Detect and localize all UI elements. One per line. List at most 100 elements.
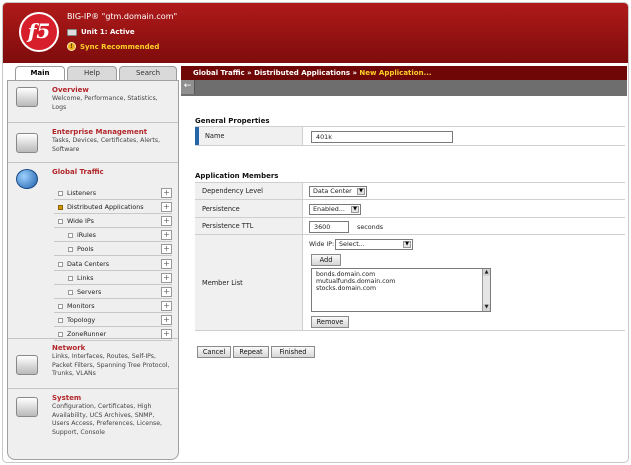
member-listbox[interactable]: bonds.domain.com mutualfunds.domain.com … — [311, 268, 491, 312]
bullet-icon — [58, 191, 63, 196]
breadcrumb-separator: » — [247, 69, 252, 77]
finished-button[interactable]: Finished — [271, 346, 315, 358]
name-input[interactable]: 401k — [311, 131, 453, 143]
add-plus-icon[interactable]: + — [161, 258, 172, 269]
section-description: Welcome, Performance, Statistics, Logs — [52, 95, 158, 111]
persistence-ttl-row: Persistence TTL 3600 seconds — [195, 218, 625, 235]
tab-main[interactable]: Main — [15, 66, 65, 80]
sidebar-item-label: Data Centers — [67, 259, 110, 268]
globe-icon — [16, 169, 38, 189]
header-banner: f5 BIG-IP® "gtm.domain.com" Unit 1: Acti… — [3, 3, 628, 63]
sync-status-text[interactable]: Sync Recommended — [80, 43, 159, 51]
f5-logo: f5 — [19, 12, 59, 52]
sidebar-item-listeners[interactable]: Listeners + — [54, 187, 172, 200]
sidebar-tabs: Main Help Search — [15, 66, 179, 80]
sidebar-item-label: Distributed Applications — [67, 203, 144, 212]
dependency-level-label: Dependency Level — [195, 183, 303, 199]
sidebar-item-topology[interactable]: Topology + — [54, 314, 172, 327]
section-title[interactable]: Enterprise Management — [52, 128, 147, 136]
add-plus-icon[interactable]: + — [161, 216, 172, 227]
breadcrumb-global-traffic[interactable]: Global Traffic — [193, 69, 245, 77]
cancel-button[interactable]: Cancel — [197, 346, 231, 358]
ttl-unit-label: seconds — [357, 223, 384, 231]
sidebar-section-network[interactable]: Network Links, Interfaces, Routes, Self-… — [8, 339, 178, 389]
section-description: Tasks, Devices, Certificates, Alerts, So… — [52, 137, 161, 153]
add-plus-icon[interactable]: + — [161, 188, 172, 198]
sidebar-item-label: Listeners — [67, 189, 97, 197]
back-arrow-icon[interactable]: ← — [181, 80, 195, 94]
add-plus-icon[interactable]: + — [161, 329, 172, 339]
chevron-down-icon: ▼ — [357, 188, 365, 195]
application-members-table: Dependency Level Data Center ▼ Persisten… — [195, 182, 625, 331]
sidebar-item-links[interactable]: Links + — [54, 272, 172, 285]
scroll-down-icon[interactable]: ▼ — [483, 304, 490, 311]
sidebar-item-label: Links — [77, 273, 94, 282]
add-plus-icon[interactable]: + — [161, 202, 172, 213]
sync-status[interactable]: ! Sync Recommended — [67, 42, 159, 51]
add-button[interactable]: Add — [311, 254, 341, 266]
sidebar: Overview Welcome, Performance, Statistic… — [7, 80, 179, 460]
unit-status-text: Unit 1: Active — [81, 28, 135, 36]
sidebar-item-wide-ips[interactable]: Wide IPs + — [54, 215, 172, 229]
add-plus-icon[interactable]: + — [161, 230, 172, 241]
warning-icon: ! — [67, 42, 76, 51]
dependency-level-row: Dependency Level Data Center ▼ — [195, 183, 625, 200]
section-description: Links, Interfaces, Routes, Self-IPs, Pac… — [52, 353, 170, 377]
bullet-icon — [68, 289, 73, 295]
add-plus-icon[interactable]: + — [161, 272, 172, 283]
app-frame: f5 BIG-IP® "gtm.domain.com" Unit 1: Acti… — [2, 2, 629, 463]
persistence-select[interactable]: Enabled... ▼ — [309, 204, 361, 215]
section-title[interactable]: System — [52, 394, 81, 402]
general-properties-table: Name 401k — [195, 126, 625, 146]
system-icon — [16, 397, 38, 417]
sidebar-item-servers[interactable]: Servers + — [54, 286, 172, 299]
add-plus-icon[interactable]: + — [161, 286, 172, 297]
general-properties-heading: General Properties — [195, 117, 270, 125]
section-title[interactable]: Global Traffic — [52, 168, 104, 176]
sidebar-section-overview[interactable]: Overview Welcome, Performance, Statistic… — [8, 81, 178, 123]
sidebar-item-label: Monitors — [67, 301, 95, 310]
bullet-icon — [58, 205, 63, 211]
persistence-ttl-label: Persistence TTL — [195, 218, 303, 234]
wide-ip-select[interactable]: Select... ▼ — [335, 239, 413, 250]
persistence-value: Enabled... — [313, 205, 345, 213]
member-list-row: Member List Wide IP: Select... ▼ Add bon… — [195, 235, 625, 331]
list-item[interactable]: bonds.domain.com — [316, 271, 486, 278]
name-row: Name 401k — [195, 127, 625, 146]
bullet-icon — [58, 219, 63, 225]
dependency-level-select[interactable]: Data Center ▼ — [309, 186, 367, 197]
bullet-icon — [58, 261, 63, 267]
persistence-ttl-input[interactable]: 3600 — [309, 221, 349, 233]
tab-help[interactable]: Help — [67, 66, 117, 80]
remove-button[interactable]: Remove — [311, 316, 349, 328]
dependency-level-value: Data Center — [313, 187, 352, 195]
sub-toolbar: ← — [181, 80, 627, 96]
bullet-icon — [68, 275, 73, 281]
sidebar-item-label: Servers — [77, 287, 102, 296]
tab-search[interactable]: Search — [119, 66, 177, 80]
scroll-up-icon[interactable]: ▲ — [483, 269, 490, 276]
sidebar-item-data-centers[interactable]: Data Centers + — [54, 258, 172, 271]
add-plus-icon[interactable]: + — [161, 314, 172, 325]
sidebar-section-system[interactable]: System Configuration, Certificates, High… — [8, 389, 178, 447]
breadcrumb-distributed-apps[interactable]: Distributed Applications — [254, 69, 350, 77]
list-item[interactable]: stocks.domain.com — [316, 285, 486, 292]
sidebar-item-pools[interactable]: Pools + — [54, 243, 172, 257]
section-title[interactable]: Overview — [52, 86, 89, 94]
persistence-row: Persistence Enabled... ▼ — [195, 200, 625, 218]
sidebar-section-enterprise[interactable]: Enterprise Management Tasks, Devices, Ce… — [8, 123, 178, 163]
section-title[interactable]: Network — [52, 344, 85, 352]
repeat-button[interactable]: Repeat — [233, 346, 269, 358]
bullet-icon — [58, 303, 63, 309]
sidebar-item-distributed-applications[interactable]: Distributed Applications + — [54, 201, 172, 215]
chevron-down-icon: ▼ — [351, 206, 359, 213]
add-plus-icon[interactable]: + — [161, 244, 172, 255]
application-members-heading: Application Members — [195, 172, 279, 180]
bullet-icon — [68, 233, 73, 239]
sidebar-item-monitors[interactable]: Monitors + — [54, 300, 172, 313]
add-plus-icon[interactable]: + — [161, 300, 172, 311]
sidebar-item-irules[interactable]: iRules + — [54, 229, 172, 243]
list-item[interactable]: mutualfunds.domain.com — [316, 278, 486, 285]
sidebar-item-label: Wide IPs — [67, 217, 94, 226]
listbox-scrollbar[interactable]: ▲ ▼ — [482, 269, 490, 311]
